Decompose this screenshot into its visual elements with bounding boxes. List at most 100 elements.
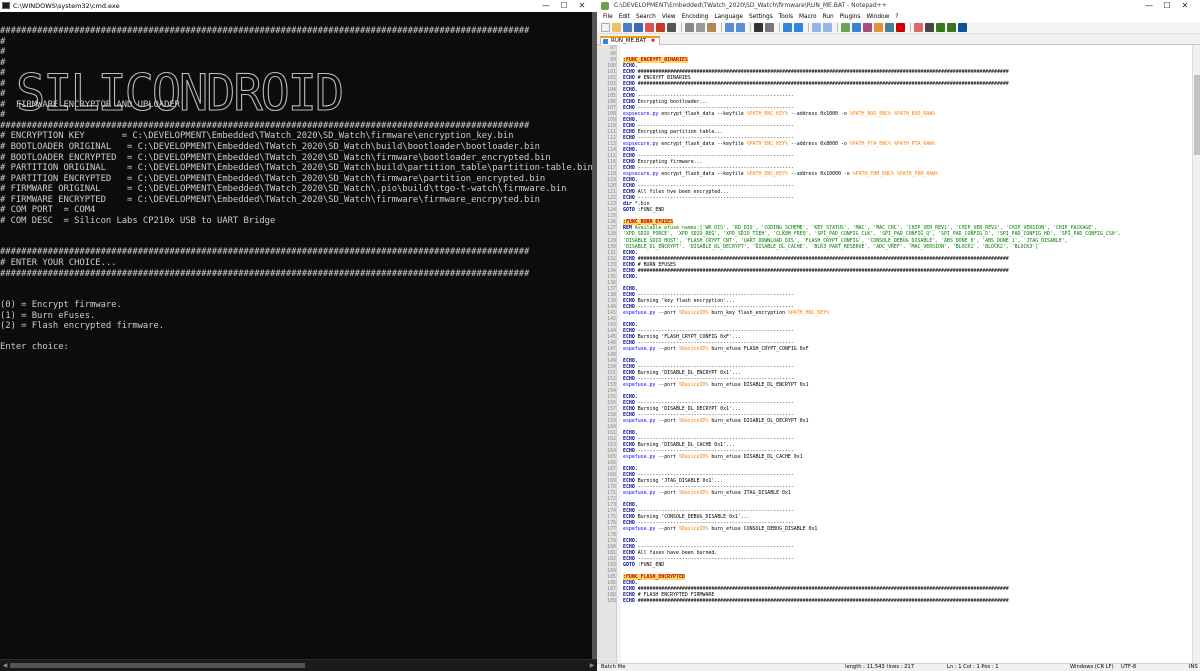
maximize-icon[interactable]: ☐: [555, 0, 573, 12]
console-line: # FIRMWARE ENCRYPTED = C:\DEVELOPMENT\Em…: [0, 194, 540, 205]
line-numbers: 97 98 99 100 101 102 103 104 105 106 107 108 109 110 1…: [597, 45, 616, 604]
npp-menubar: File Edit Search View Encoding Language Settin…: [597, 12, 1200, 22]
menu-window[interactable]: Window: [863, 12, 892, 22]
record-macro-icon[interactable]: [914, 23, 923, 32]
console-line: #: [0, 36, 6, 47]
save-icon[interactable]: [623, 23, 632, 32]
console-line: (0) = Encrypt firmware.: [0, 300, 122, 311]
save-all-icon[interactable]: [634, 23, 643, 32]
maximize-icon[interactable]: ☐: [1158, 0, 1176, 12]
console-line: ########################################…: [0, 26, 530, 36]
folder-workspace-icon[interactable]: [896, 23, 905, 32]
cmd-window-controls: — ☐ ✕: [537, 0, 591, 12]
close-icon[interactable]: ✕: [573, 0, 591, 12]
npp-vertical-scrollbar[interactable]: [1192, 45, 1200, 663]
code-line[interactable]: ECHO ###################################…: [623, 598, 1193, 604]
minimize-icon[interactable]: —: [1140, 0, 1158, 12]
sync-vertical-icon[interactable]: [812, 23, 821, 32]
menu-file[interactable]: File: [600, 12, 616, 22]
scroll-left-icon[interactable]: ◀: [0, 660, 10, 671]
console-line: ########################################…: [0, 268, 530, 279]
status-eol[interactable]: Windows (CR LF): [1070, 664, 1114, 671]
menu-plugins[interactable]: Plugins: [837, 12, 864, 22]
notepadpp-app-icon: [601, 2, 609, 10]
npp-vscroll-thumb[interactable]: [1194, 75, 1200, 155]
menu-tools[interactable]: Tools: [776, 12, 796, 22]
console-line: (1) = Burn eFuses.: [0, 310, 96, 321]
npp-editor[interactable]: 97 98 99 100 101 102 103 104 105 106 107 108 109 110 1…: [597, 45, 1200, 663]
cmd-titlebar[interactable]: C:\WINDOWS\system32\cmd.exe — ☐ ✕: [0, 0, 597, 12]
replace-icon[interactable]: [765, 23, 774, 32]
console-line: # COM DESC = Silicon Labs CP210x USB to …: [0, 215, 276, 226]
minimize-icon[interactable]: —: [537, 0, 555, 12]
npp-toolbar: [597, 22, 1200, 34]
scroll-right-icon[interactable]: ▶: [587, 660, 597, 671]
line-number-gutter: 97 98 99 100 101 102 103 104 105 106 107 108 109 110 1…: [597, 45, 617, 663]
menu-language[interactable]: Language: [711, 12, 746, 22]
toolbar-separator: [681, 23, 682, 32]
close-icon[interactable]: ✕: [1176, 0, 1194, 12]
redo-icon[interactable]: [736, 23, 745, 32]
zoom-out-icon[interactable]: [794, 23, 803, 32]
save-macro-icon[interactable]: [958, 23, 967, 32]
npp-titlebar[interactable]: C:\DEVELOPMENT\Embedded\TWatch_2020\SD_W…: [597, 0, 1200, 12]
console-line: (2) = Flash encrypted firmware.: [0, 321, 165, 332]
menu-encoding[interactable]: Encoding: [679, 12, 712, 22]
close-file-icon[interactable]: [645, 23, 654, 32]
zoom-in-icon[interactable]: [783, 23, 792, 32]
tab-run-me-bat[interactable]: RUN_ME.BAT ✖: [600, 36, 661, 45]
doc-map-icon[interactable]: [874, 23, 883, 32]
status-length: length : 11,543: [845, 664, 885, 670]
npp-window-title: C:\DEVELOPMENT\Embedded\TWatch_2020\SD_W…: [614, 2, 887, 9]
console-line: ########################################…: [0, 247, 530, 258]
stop-macro-icon[interactable]: [925, 23, 934, 32]
cut-icon[interactable]: [685, 23, 694, 32]
console-line: # PARTITION ORIGINAL = C:\DEVELOPMENT\Em…: [0, 163, 592, 174]
status-encoding[interactable]: UTF-8: [1121, 664, 1136, 671]
toolbar-separator: [721, 23, 722, 32]
menu-help[interactable]: ?: [892, 12, 901, 22]
console-line: # ENCRYPTION KEY = C:\DEVELOPMENT\Embedd…: [0, 131, 514, 142]
fold-margin[interactable]: [617, 45, 621, 663]
toolbar-separator: [837, 23, 838, 32]
cmd-window-title: C:\WINDOWS\system32\cmd.exe: [13, 2, 120, 10]
npp-window-controls: — ☐ ✕: [1140, 0, 1194, 12]
tab-close-icon[interactable]: ✖: [651, 38, 655, 44]
menu-run[interactable]: Run: [820, 12, 837, 22]
cmd-horizontal-scrollbar[interactable]: ◀ ▶: [0, 659, 597, 671]
indent-guide-icon[interactable]: [863, 23, 872, 32]
close-all-icon[interactable]: [656, 23, 665, 32]
cmd-console-output[interactable]: ########################################…: [0, 26, 592, 658]
console-line: #: [0, 57, 6, 68]
menu-settings[interactable]: Settings: [746, 12, 776, 22]
siliconDroid-ascii-art: SILICONDROID: [15, 68, 344, 118]
menu-search[interactable]: Search: [633, 12, 659, 22]
find-icon[interactable]: [754, 23, 763, 32]
function-list-icon[interactable]: [885, 23, 894, 32]
new-file-icon[interactable]: [601, 23, 610, 32]
code-text[interactable]: :FUNC_ENCRYPT_BINARIES ECHO. ECHO ########…: [623, 45, 1193, 604]
print-icon[interactable]: [667, 23, 676, 32]
open-file-icon[interactable]: [612, 23, 621, 32]
undo-icon[interactable]: [725, 23, 734, 32]
menu-macro[interactable]: Macro: [796, 12, 820, 22]
run-macro-multiple-icon[interactable]: [947, 23, 956, 32]
menu-view[interactable]: View: [659, 12, 679, 22]
word-wrap-icon[interactable]: [841, 23, 850, 32]
show-all-chars-icon[interactable]: [852, 23, 861, 32]
toolbar-separator: [779, 23, 780, 32]
npp-tabbar: RUN_ME.BAT ✖: [597, 35, 1200, 45]
play-macro-icon[interactable]: [936, 23, 945, 32]
paste-icon[interactable]: [707, 23, 716, 32]
console-line: # BOOTLOADER ORIGINAL = C:\DEVELOPMENT\E…: [0, 142, 540, 153]
cmd-hscroll-thumb[interactable]: [10, 663, 305, 668]
sync-horizontal-icon[interactable]: [823, 23, 832, 32]
copy-icon[interactable]: [696, 23, 705, 32]
menu-edit[interactable]: Edit: [616, 12, 633, 22]
console-line: #: [0, 47, 6, 58]
console-line: # COM PORT = COM4: [0, 205, 96, 216]
console-line: # PARTITION ENCRYPTED = C:\DEVELOPMENT\E…: [0, 173, 546, 184]
